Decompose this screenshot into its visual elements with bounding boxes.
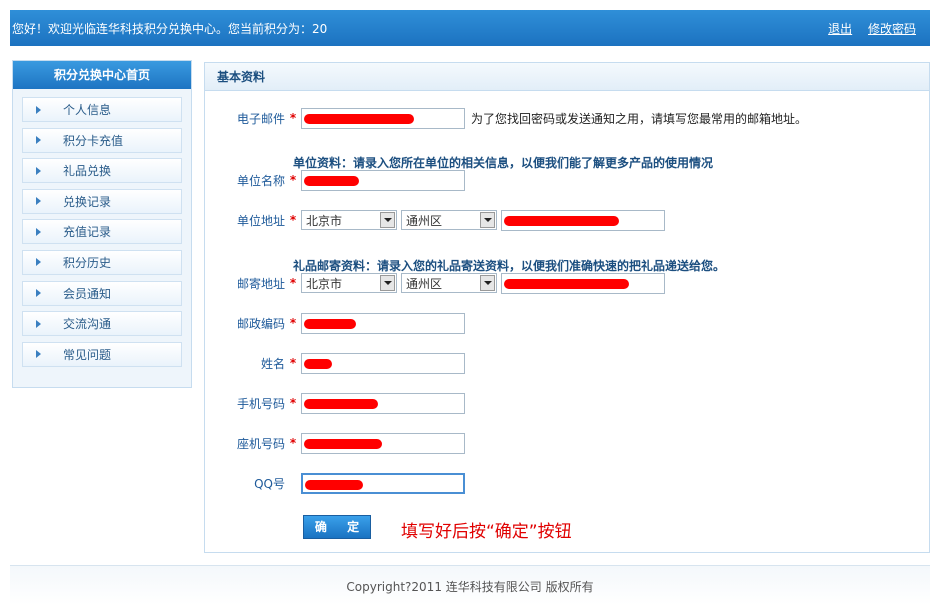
- triangle-right-icon: [36, 166, 41, 175]
- dropdown-arrow-icon: [380, 275, 395, 291]
- required-mark: *: [289, 276, 297, 290]
- sidebar-item-points-history[interactable]: 积分历史: [22, 249, 182, 275]
- unit-name-row: 单位名称 *: [205, 169, 465, 191]
- postcode-row: 邮政编码 *: [205, 312, 465, 334]
- selected-value: 北京市: [306, 276, 343, 291]
- triangle-right-icon: [36, 289, 41, 298]
- dropdown-arrow-icon: [480, 275, 495, 291]
- postcode-input[interactable]: [301, 312, 465, 334]
- required-mark: *: [289, 111, 297, 125]
- triangle-right-icon: [36, 136, 41, 145]
- selected-value: 北京市: [306, 213, 343, 228]
- triangle-right-icon: [36, 105, 41, 114]
- sidebar-item-recharge-records[interactable]: 充值记录: [22, 219, 182, 245]
- sidebar-home-link[interactable]: 积分兑换中心首页: [13, 61, 191, 89]
- sidebar-item-member-notices[interactable]: 会员通知: [22, 280, 182, 306]
- email-label: 电子邮件: [236, 111, 285, 126]
- triangle-right-icon: [36, 197, 41, 206]
- footer: Copyright?2011 连华科技有限公司 版权所有: [10, 565, 930, 605]
- name-row: 姓名 *: [205, 352, 465, 374]
- qq-label: QQ号: [254, 476, 285, 491]
- logout-link[interactable]: 退出: [828, 22, 852, 36]
- email-row: 电子邮件 * 为了您找回密码或发送通知之用，请填写您最常用的邮箱地址。: [205, 107, 807, 129]
- mail-district-select[interactable]: 通州区: [401, 273, 497, 293]
- mail-province-select[interactable]: 北京市: [301, 273, 397, 293]
- dropdown-arrow-icon: [480, 212, 495, 228]
- instruction-note: 填写好后按“确定”按钮: [401, 522, 572, 542]
- sidebar-item-label: 个人信息: [63, 103, 112, 117]
- redaction-mark: [504, 278, 629, 289]
- mail-address-row: 邮寄地址 * 北京市 通州区: [205, 272, 665, 294]
- top-links: 退出 修改密码: [816, 20, 916, 37]
- redaction-mark: [504, 215, 619, 226]
- triangle-right-icon: [36, 258, 41, 267]
- sidebar-item-card-recharge[interactable]: 积分卡充值: [22, 127, 182, 153]
- qq-row: QQ号: [205, 472, 465, 494]
- phone-label: 座机号码: [236, 436, 285, 451]
- sidebar-item-label: 积分卡充值: [63, 133, 124, 148]
- sidebar-menu: 个人信息 积分卡充值 礼品兑换 兑换记录 充值记录 积分历史 会员通知 交流沟通…: [13, 89, 191, 367]
- unit-address-label: 单位地址: [236, 213, 285, 228]
- mobile-label: 手机号码: [236, 396, 285, 411]
- welcome-message: 您好！欢迎光临连华科技积分兑换中心。您当前积分为：20: [12, 21, 328, 36]
- unit-address-row: 单位地址 * 北京市 通州区: [205, 209, 665, 231]
- name-input[interactable]: [301, 352, 465, 374]
- sidebar-item-label: 充值记录: [63, 225, 112, 240]
- selected-value: 通州区: [406, 213, 443, 228]
- redaction-mark: [305, 479, 363, 490]
- mobile-input[interactable]: [301, 392, 465, 414]
- unit-name-input[interactable]: [301, 169, 465, 191]
- qq-input[interactable]: [301, 472, 465, 494]
- email-input[interactable]: [301, 107, 465, 129]
- required-mark: *: [289, 213, 297, 227]
- required-mark: *: [289, 316, 297, 330]
- phone-input[interactable]: [301, 432, 465, 454]
- required-mark: *: [289, 356, 297, 370]
- selected-value: 通州区: [406, 276, 443, 291]
- mail-address-label: 邮寄地址: [236, 276, 285, 291]
- sidebar-item-communication[interactable]: 交流沟通: [22, 311, 182, 337]
- sidebar-item-label: 礼品兑换: [63, 164, 112, 179]
- mobile-row: 手机号码 *: [205, 392, 465, 414]
- triangle-right-icon: [36, 319, 41, 328]
- sidebar-item-label: 会员通知: [63, 286, 112, 301]
- sidebar-item-label: 积分历史: [63, 255, 112, 270]
- panel-title: 基本资料: [205, 63, 929, 91]
- sidebar-item-label: 兑换记录: [63, 194, 112, 209]
- unit-district-select[interactable]: 通州区: [401, 210, 497, 230]
- unit-street-input[interactable]: [501, 209, 665, 231]
- email-hint: 为了您找回密码或发送通知之用，请填写您最常用的邮箱地址。: [471, 111, 808, 126]
- copyright-text: Copyright?2011 连华科技有限公司 版权所有: [346, 580, 594, 594]
- required-mark: *: [289, 436, 297, 450]
- mail-street-input[interactable]: [501, 272, 665, 294]
- sidebar-item-exchange-records[interactable]: 兑换记录: [22, 188, 182, 214]
- sidebar-item-gift-exchange[interactable]: 礼品兑换: [22, 158, 182, 184]
- sidebar-item-faq[interactable]: 常见问题: [22, 341, 182, 367]
- sidebar: 积分兑换中心首页 个人信息 积分卡充值 礼品兑换 兑换记录 充值记录 积分历史 …: [12, 60, 192, 388]
- phone-row: 座机号码 *: [205, 432, 465, 454]
- triangle-right-icon: [36, 227, 41, 236]
- sidebar-item-personal-info[interactable]: 个人信息: [22, 97, 182, 122]
- postcode-label: 邮政编码: [236, 316, 285, 331]
- sidebar-item-label: 交流沟通: [63, 317, 112, 332]
- redaction-mark: [304, 438, 382, 449]
- redaction-mark: [304, 318, 356, 329]
- required-mark: *: [289, 396, 297, 410]
- sidebar-item-label: 常见问题: [63, 347, 112, 362]
- dropdown-arrow-icon: [380, 212, 395, 228]
- redaction-mark: [304, 358, 332, 369]
- redaction-mark: [304, 113, 414, 124]
- triangle-right-icon: [36, 350, 41, 359]
- redaction-mark: [304, 398, 378, 409]
- required-mark: *: [289, 173, 297, 187]
- confirm-button[interactable]: 确 定: [303, 515, 371, 539]
- top-bar: 您好！欢迎光临连华科技积分兑换中心。您当前积分为：20 退出 修改密码: [10, 10, 930, 46]
- unit-name-label: 单位名称: [236, 173, 285, 188]
- name-label: 姓名: [260, 356, 285, 371]
- redaction-mark: [304, 175, 359, 186]
- basic-info-panel: 基本资料 电子邮件 * 为了您找回密码或发送通知之用，请填写您最常用的邮箱地址。…: [204, 62, 930, 553]
- change-password-link[interactable]: 修改密码: [868, 22, 916, 36]
- unit-province-select[interactable]: 北京市: [301, 210, 397, 230]
